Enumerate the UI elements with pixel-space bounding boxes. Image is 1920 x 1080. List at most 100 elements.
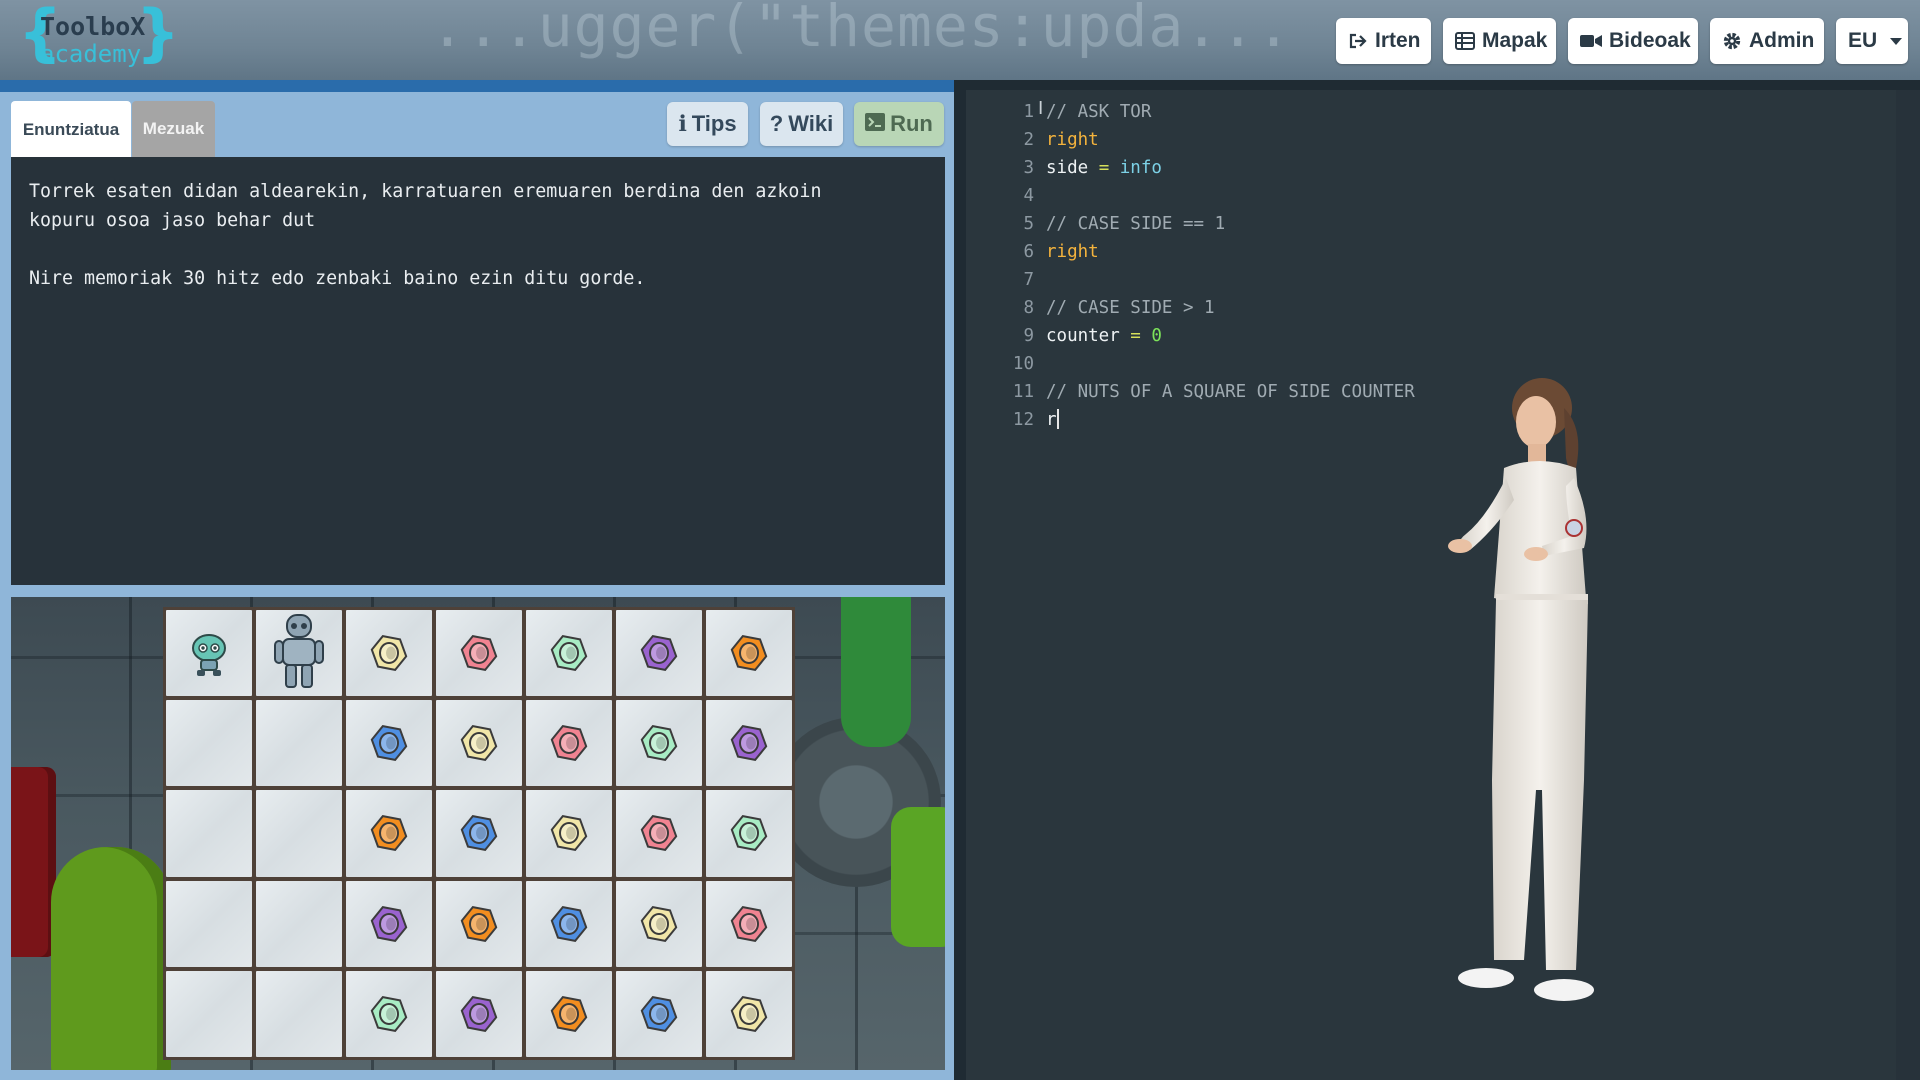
board-cell [526,880,612,967]
red-nut-icon [730,905,768,942]
purple-nut-icon [730,725,768,762]
purple-nut-icon [640,635,678,672]
gear-icon [1722,31,1742,51]
green-barrel-decoration [51,847,171,1070]
tab-messages[interactable]: Mezuak [132,101,215,157]
red-nut-icon [640,815,678,852]
yellow-nut-icon [640,905,678,942]
run-label: Run [890,111,933,136]
red-nut-icon [460,635,498,672]
presenter-video-figure [1448,378,1594,1001]
board-cell [706,700,792,787]
code-typed-text: r [1046,410,1057,430]
blue-nut-icon [550,905,588,942]
line-number: 10 [1012,354,1034,374]
line-number: 3 [1023,158,1034,178]
language-label: EU [1848,29,1878,52]
board-cell [706,970,792,1057]
board-cell [616,700,702,787]
board-cell [256,880,342,967]
line-number: 12 [1012,410,1034,430]
board-cell [256,790,342,877]
board-cell [526,610,612,697]
toolbox-academy-logo[interactable]: { ToolboX academy } [18,2,180,70]
tor-robot-icon [274,614,324,689]
videos-button[interactable]: Bideoak [1568,18,1698,64]
caret-down-icon [1890,37,1903,45]
tips-button[interactable]: ℹ Tips [667,102,748,146]
line-number: 5 [1023,214,1034,234]
orange-nut-icon [370,815,408,852]
red-nut-icon [550,725,588,762]
board-cell [706,880,792,967]
code-value: info [1119,158,1162,178]
game-board [163,607,795,1060]
line-number: 1 [1023,102,1034,122]
question-icon: ? [769,111,784,136]
code-text: // NUTS OF A SQUARE OF SIDE COUNTER [1046,382,1415,402]
board-cell [616,970,702,1057]
board-cell [346,970,432,1057]
blue-nut-icon [370,725,408,762]
board-cell [166,610,252,697]
code-identifier: side [1046,158,1089,178]
video-camera-icon [1580,33,1602,49]
board-cell [166,790,252,877]
board-cell [256,610,342,697]
orange-nut-icon [730,635,768,672]
exit-label: Irten [1375,29,1421,52]
line-number: 8 [1023,298,1034,318]
orange-nut-icon [550,995,588,1032]
board-cell [256,700,342,787]
game-view [11,597,945,1070]
board-cell [346,700,432,787]
admin-label: Admin [1749,29,1815,52]
green-pipe-decoration [841,597,911,747]
line-number: 2 [1023,130,1034,150]
board-cell [166,700,252,787]
exit-button[interactable]: Irten [1336,18,1431,64]
yellow-nut-icon [460,725,498,762]
editor-scrollbar[interactable] [1896,90,1920,1080]
board-cell [616,790,702,877]
code-text: right [1046,130,1099,150]
terminal-icon [865,111,886,137]
sign-out-icon [1348,31,1368,51]
purple-nut-icon [370,905,408,942]
board-cell [436,610,522,697]
top-header: ...ugger("themes:upda... { ToolboX acade… [0,0,1920,80]
code-operator: = [1088,158,1120,178]
line-number: 7 [1023,270,1034,290]
language-dropdown[interactable]: EU [1836,18,1908,64]
green-nut-icon [730,815,768,852]
run-button[interactable]: Run [854,102,944,146]
header-background-code: ...ugger("themes:upda... [430,0,1293,60]
code-text: side = info [1046,154,1162,182]
board-cell [526,970,612,1057]
logo-line2: academy [40,40,142,68]
tips-label: Tips [691,111,737,136]
blue-nut-icon [460,815,498,852]
line-number: 11 [1012,382,1034,402]
board-cell [256,970,342,1057]
statement-paragraph-2: Nire memoriak 30 hitz edo zenbaki baino … [29,268,646,289]
maps-button[interactable]: Mapak [1443,18,1556,64]
videos-label: Bideoak [1609,29,1691,52]
admin-button[interactable]: Admin [1710,18,1824,64]
green-nut-icon [550,635,588,672]
board-cell [616,610,702,697]
board-cell [616,880,702,967]
code-text: r [1046,406,1059,434]
wiki-label: Wiki [788,111,834,136]
player-robot-icon [192,634,226,677]
info-icon: ℹ [678,111,687,136]
tab-statement[interactable]: Enuntziatua [11,101,131,158]
code-text: counter = 0 [1046,322,1162,350]
yellow-nut-icon [370,635,408,672]
statement-panel: Torrek esaten didan aldearekin, karratua… [11,157,945,585]
caret-cursor [1056,409,1059,429]
wiki-button[interactable]: ? Wiki [760,102,843,146]
logo-line1: ToolboX [40,12,146,41]
text-cursor-icon: I [1038,98,1044,119]
board-cell [436,880,522,967]
